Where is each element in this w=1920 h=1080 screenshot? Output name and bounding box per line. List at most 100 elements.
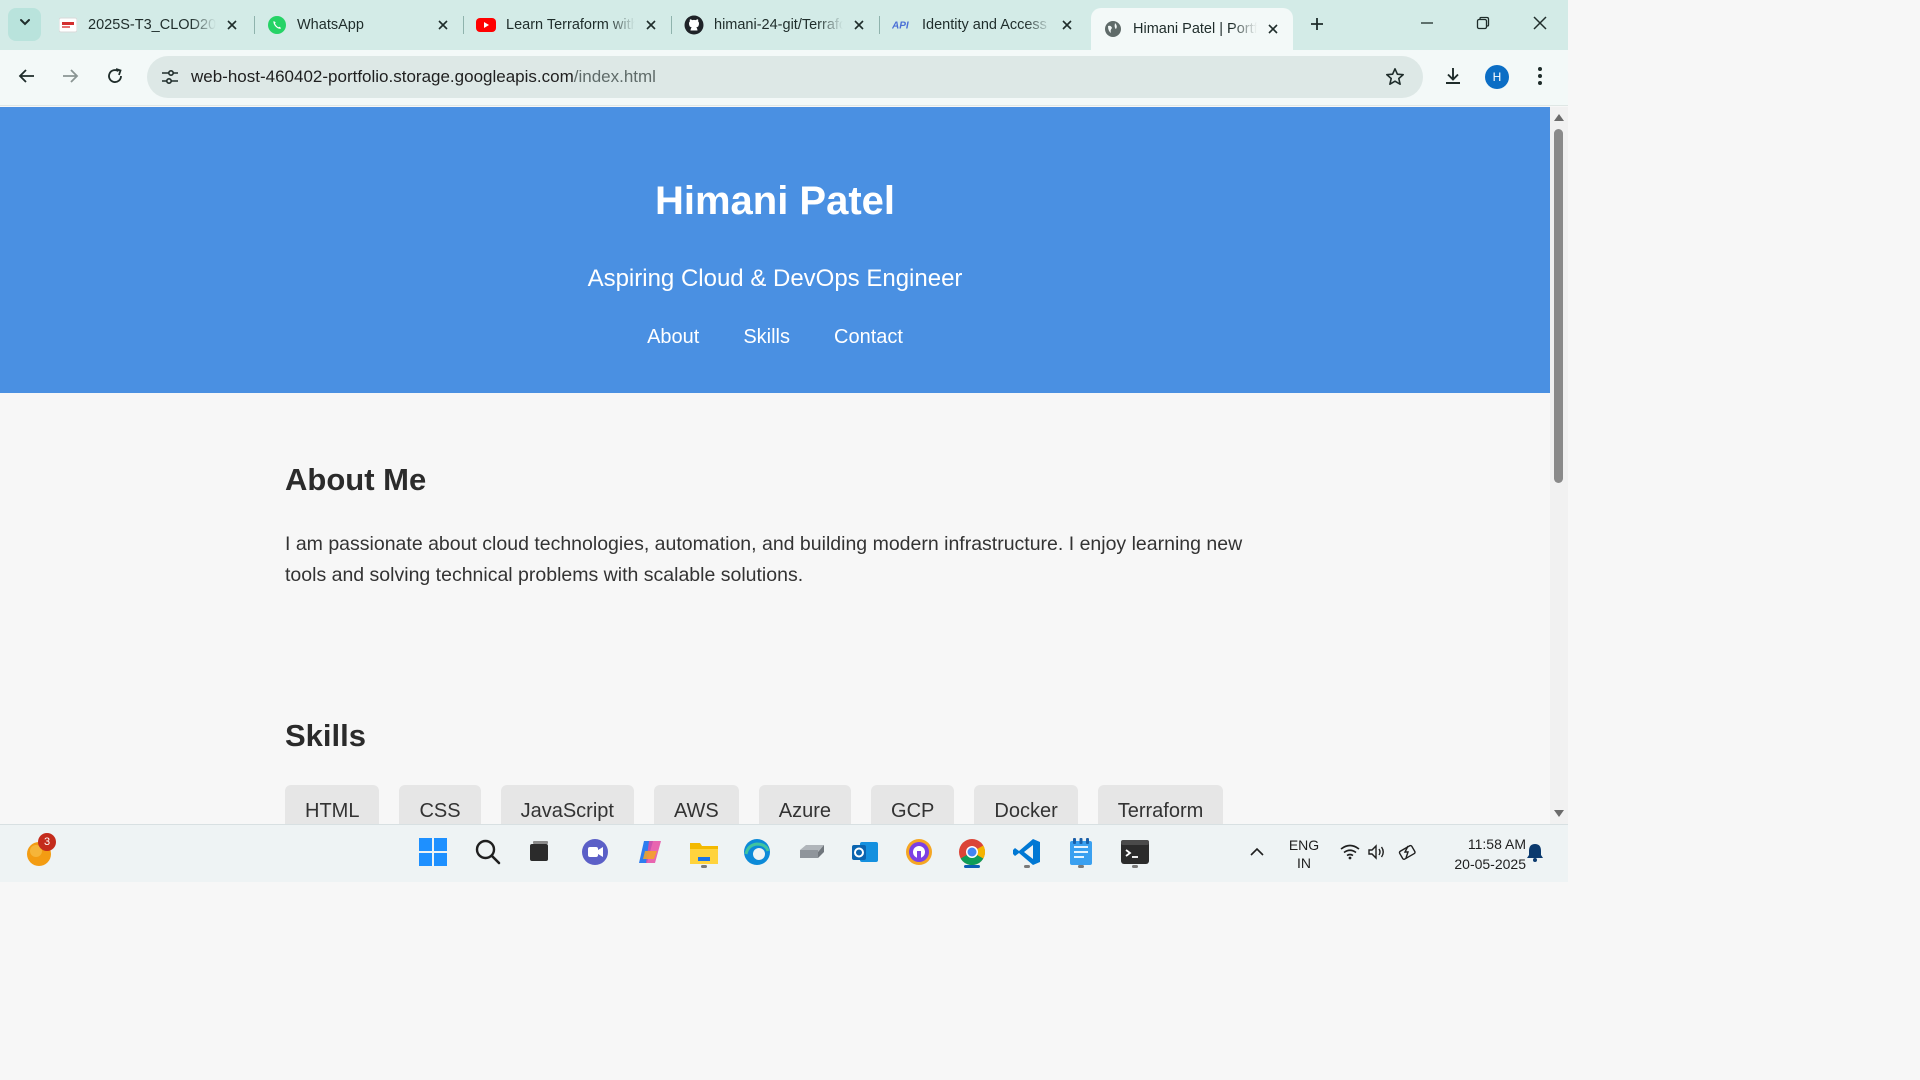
- running-indicator: [701, 865, 707, 868]
- vpn-icon: [904, 837, 934, 872]
- tab-label: 2025S-T3_CLOD2003: [88, 17, 216, 33]
- forward-button[interactable]: [54, 62, 86, 94]
- edge-icon: [742, 837, 772, 872]
- youtube-icon: [476, 15, 496, 35]
- plus-icon: [1309, 16, 1325, 37]
- download-icon: [1443, 66, 1463, 91]
- skill-chip: HTML: [285, 785, 380, 824]
- taskbar-search-button[interactable]: [471, 837, 505, 871]
- page-scrollbar[interactable]: [1550, 107, 1568, 824]
- close-icon[interactable]: [1263, 19, 1283, 39]
- copilot-button[interactable]: [633, 837, 667, 871]
- close-icon[interactable]: [849, 15, 869, 35]
- globe-icon: [1103, 19, 1123, 39]
- notifications-button[interactable]: [1518, 837, 1552, 871]
- new-tab-button[interactable]: [1303, 12, 1331, 40]
- nav-link-about[interactable]: About: [647, 326, 699, 349]
- skills-list: HTML CSS JavaScript AWS Azure GCP Docker…: [285, 785, 1224, 824]
- skill-chip: AWS: [653, 785, 739, 824]
- close-window-button[interactable]: [1520, 8, 1560, 42]
- terminal-button[interactable]: [1118, 837, 1152, 871]
- task-view-button[interactable]: [522, 837, 556, 871]
- running-indicator: [1132, 865, 1138, 868]
- tab-label: Himani Patel | Portfolio: [1133, 21, 1257, 37]
- nav-link-contact[interactable]: Contact: [834, 326, 903, 349]
- tab-youtube[interactable]: Learn Terraform with: [464, 8, 671, 42]
- page-subtitle: Aspiring Cloud & DevOps Engineer: [587, 265, 963, 292]
- url-text: web-host-460402-portfolio.storage.google…: [191, 67, 656, 87]
- close-icon: [1532, 15, 1548, 36]
- tab-search-button[interactable]: [8, 8, 41, 41]
- search-icon: [474, 838, 502, 871]
- vscode-button[interactable]: [1010, 837, 1044, 871]
- outlook-button[interactable]: [848, 837, 882, 871]
- start-button[interactable]: [416, 837, 450, 871]
- teams-meet-icon: [580, 837, 610, 872]
- tab-github[interactable]: himani-24-git/Terraform: [672, 8, 879, 42]
- chevron-down-icon: [18, 15, 32, 34]
- back-button[interactable]: [11, 62, 43, 94]
- minimize-icon: [1420, 16, 1434, 35]
- skill-chip: Docker: [974, 785, 1078, 824]
- vpn-button[interactable]: [902, 837, 936, 871]
- skill-chip: GCP: [871, 785, 955, 824]
- system-clock[interactable]: 11:58 AM 20-05-2025: [1432, 834, 1526, 874]
- scrollbar-thumb[interactable]: [1554, 129, 1563, 483]
- page-nav: About Skills Contact: [0, 326, 1550, 349]
- site-settings-icon[interactable]: [157, 64, 183, 90]
- battery-charging-icon: [1397, 843, 1419, 866]
- api-icon: API: [892, 15, 912, 35]
- restore-button[interactable]: [1463, 8, 1503, 42]
- edge-button[interactable]: [740, 837, 774, 871]
- drive-icon: [796, 842, 826, 867]
- tab-label: himani-24-git/Terraform: [714, 17, 843, 33]
- running-indicator: [1024, 865, 1030, 868]
- scroll-down-arrow-icon[interactable]: [1553, 808, 1565, 820]
- scroll-up-arrow-icon[interactable]: [1553, 111, 1565, 123]
- teams-meet-button[interactable]: [578, 837, 612, 871]
- reload-button[interactable]: [99, 62, 131, 94]
- notification-badge: 3: [38, 833, 56, 851]
- file-explorer-button[interactable]: [687, 837, 721, 871]
- svg-text:API: API: [892, 21, 909, 32]
- tab-whatsapp[interactable]: WhatsApp: [255, 8, 463, 42]
- profile-avatar[interactable]: H: [1485, 65, 1509, 89]
- browser-menu-button[interactable]: [1524, 62, 1556, 94]
- downloads-button[interactable]: [1437, 62, 1469, 94]
- windows-taskbar: 3 ENG IN 11:58 AM 20-05-2025: [0, 824, 1568, 882]
- volume-status[interactable]: [1360, 837, 1394, 871]
- tab-college[interactable]: 2025S-T3_CLOD2003: [46, 8, 252, 42]
- arrow-left-icon: [18, 67, 36, 90]
- skills-heading: Skills: [285, 718, 366, 753]
- close-icon[interactable]: [222, 15, 242, 35]
- page-title: Himani Patel: [654, 179, 896, 223]
- skill-chip: CSS: [399, 785, 481, 824]
- college-favicon-icon: [58, 15, 78, 35]
- tab-identity-access[interactable]: API Identity and Access: [880, 8, 1087, 42]
- skill-chip: JavaScript: [500, 785, 634, 824]
- bookmark-star-icon[interactable]: [1383, 65, 1407, 89]
- clock-time: 11:58 AM: [1467, 836, 1526, 852]
- input-language-indicator[interactable]: ENG IN: [1286, 836, 1322, 872]
- bell-icon: [1526, 842, 1544, 867]
- notepad-button[interactable]: [1064, 837, 1098, 871]
- nav-link-skills[interactable]: Skills: [743, 326, 790, 349]
- arrow-right-icon: [61, 67, 79, 90]
- close-icon[interactable]: [433, 15, 453, 35]
- show-hidden-icons-button[interactable]: [1240, 837, 1274, 871]
- chevron-up-icon: [1249, 844, 1265, 865]
- tab-portfolio[interactable]: Himani Patel | Portfolio: [1091, 8, 1293, 50]
- url-path: /index.html: [573, 67, 656, 86]
- reload-icon: [106, 67, 124, 90]
- chrome-button[interactable]: [955, 837, 989, 871]
- address-bar[interactable]: web-host-460402-portfolio.storage.google…: [147, 56, 1423, 98]
- task-view-icon: [526, 839, 552, 870]
- drive-button[interactable]: [794, 837, 828, 871]
- minimize-button[interactable]: [1407, 8, 1447, 42]
- close-icon[interactable]: [1057, 15, 1077, 35]
- battery-status[interactable]: [1391, 837, 1425, 871]
- language-code: ENG: [1288, 837, 1320, 853]
- skill-chip: Azure: [758, 785, 852, 824]
- running-indicator: [1078, 865, 1084, 868]
- close-icon[interactable]: [641, 15, 661, 35]
